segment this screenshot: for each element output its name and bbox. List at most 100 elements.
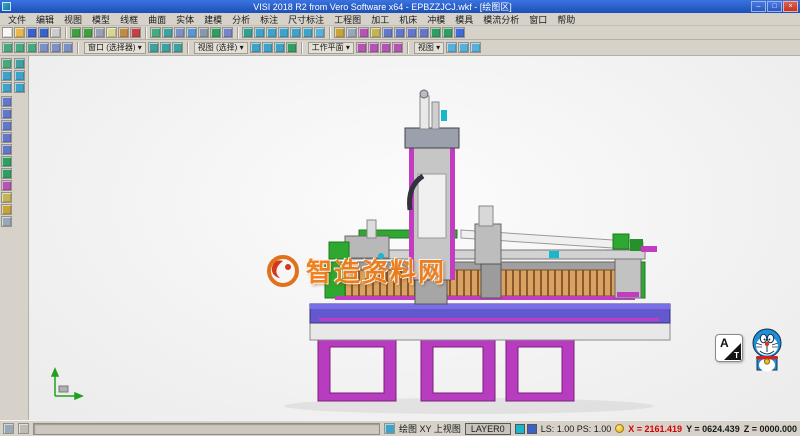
clip-plane-icon[interactable] <box>274 42 285 53</box>
toolbar-group-label[interactable]: 视图 ▾ <box>414 42 444 54</box>
line-tool-icon[interactable] <box>1 108 12 119</box>
rotate-view-icon[interactable] <box>186 27 197 38</box>
layer-color-chip[interactable] <box>515 424 525 434</box>
measure-icon[interactable] <box>370 27 381 38</box>
menu-item[interactable]: 工程图 <box>329 13 366 26</box>
menu-item[interactable]: 曲面 <box>143 13 171 26</box>
menu-item[interactable]: 帮助 <box>552 13 580 26</box>
view-top-icon[interactable] <box>14 70 25 81</box>
menu-item[interactable]: 标注 <box>255 13 283 26</box>
workplane-align-icon[interactable] <box>380 42 391 53</box>
undo-icon[interactable] <box>70 27 81 38</box>
layer-manager-icon[interactable] <box>334 27 345 38</box>
redraw-icon[interactable] <box>470 42 481 53</box>
solid-tool-icon[interactable] <box>1 168 12 179</box>
menu-item[interactable]: 加工 <box>366 13 394 26</box>
menu-item[interactable]: 窗口 <box>524 13 552 26</box>
pan-icon[interactable] <box>174 27 185 38</box>
back-view-icon[interactable] <box>290 27 301 38</box>
machine-model[interactable] <box>29 56 800 420</box>
measure-tool-icon[interactable] <box>1 204 12 215</box>
invert-selection-icon[interactable] <box>62 42 73 53</box>
menu-item[interactable]: 文件 <box>3 13 31 26</box>
menu-item[interactable]: 线框 <box>115 13 143 26</box>
point-tool-icon[interactable] <box>1 96 12 107</box>
view-orientation-widget[interactable]: A T <box>715 334 743 362</box>
wireframe-mode-icon[interactable] <box>222 27 233 38</box>
view-front-icon[interactable] <box>1 82 12 93</box>
menu-item[interactable]: 编辑 <box>31 13 59 26</box>
menu-item[interactable]: 冲模 <box>422 13 450 26</box>
layers-tool-icon[interactable] <box>1 216 12 227</box>
help-icon[interactable] <box>454 27 465 38</box>
menu-item[interactable]: 机床 <box>394 13 422 26</box>
select-cursor-icon[interactable] <box>1 58 12 69</box>
menu-item[interactable]: 模型 <box>87 13 115 26</box>
surface-tool-icon[interactable] <box>1 156 12 167</box>
zoom-window-icon[interactable] <box>162 27 173 38</box>
menu-item[interactable]: 尺寸标注 <box>283 13 329 26</box>
redo-icon[interactable] <box>82 27 93 38</box>
filter-solids-icon[interactable] <box>172 42 183 53</box>
workplane-xy-icon[interactable] <box>356 42 367 53</box>
menu-item[interactable]: 建模 <box>199 13 227 26</box>
top-view-icon[interactable] <box>254 27 265 38</box>
trim-tool-icon[interactable] <box>1 192 12 203</box>
show-all-icon[interactable] <box>50 42 61 53</box>
filter-faces-icon[interactable] <box>148 42 159 53</box>
fillet-tool-icon[interactable] <box>1 180 12 191</box>
viewport-3d[interactable]: 智造资料网 A T <box>29 56 800 420</box>
solid-icon[interactable] <box>442 27 453 38</box>
menu-item[interactable]: 实体 <box>171 13 199 26</box>
minimize-button[interactable]: – <box>751 1 766 12</box>
zoom-all-icon[interactable] <box>458 42 469 53</box>
surface-icon[interactable] <box>430 27 441 38</box>
toolbar-group-label[interactable]: 窗口 (选择器) ▾ <box>84 42 146 54</box>
print-icon[interactable] <box>50 27 61 38</box>
menu-item[interactable]: 模具 <box>450 13 478 26</box>
previous-view-icon[interactable] <box>198 27 209 38</box>
circle-icon[interactable] <box>418 27 429 38</box>
prompt-grid-icon[interactable] <box>3 423 14 434</box>
new-file-icon[interactable] <box>2 27 13 38</box>
toolbar-group-label[interactable]: 视图 (选择) ▾ <box>194 42 248 54</box>
menu-item[interactable]: 分析 <box>227 13 255 26</box>
view-right-icon[interactable] <box>14 82 25 93</box>
save-icon[interactable] <box>26 27 37 38</box>
arc-tool-icon[interactable] <box>1 120 12 131</box>
section-view-icon[interactable] <box>262 42 273 53</box>
view-plane-icon[interactable] <box>384 423 395 434</box>
point-icon[interactable] <box>382 27 393 38</box>
paste-icon[interactable] <box>118 27 129 38</box>
prompt-cursor-icon[interactable] <box>18 423 29 434</box>
right-view-icon[interactable] <box>278 27 289 38</box>
menu-item[interactable]: 视图 <box>59 13 87 26</box>
line-icon[interactable] <box>394 27 405 38</box>
refresh-view-icon[interactable] <box>446 42 457 53</box>
cut-icon[interactable] <box>94 27 105 38</box>
curve-tool-icon[interactable] <box>1 144 12 155</box>
filter-edges-icon[interactable] <box>160 42 171 53</box>
grid-icon[interactable] <box>346 27 357 38</box>
toolbar-group-label[interactable]: 工作平面 ▾ <box>308 42 354 54</box>
layer-color-chip[interactable] <box>527 424 537 434</box>
circle-tool-icon[interactable] <box>1 132 12 143</box>
front-view-icon[interactable] <box>266 27 277 38</box>
snap-indicator-icon[interactable] <box>615 424 624 433</box>
command-prompt-field[interactable] <box>33 423 380 435</box>
save-all-icon[interactable] <box>38 27 49 38</box>
copy-icon[interactable] <box>106 27 117 38</box>
maximize-button[interactable]: □ <box>767 1 782 12</box>
shaded-mode-icon[interactable] <box>210 27 221 38</box>
select-icon[interactable] <box>2 42 13 53</box>
snap-icon[interactable] <box>358 27 369 38</box>
select-chain-icon[interactable] <box>26 42 37 53</box>
delete-icon[interactable] <box>130 27 141 38</box>
active-layer-button[interactable]: LAYER0 <box>465 423 511 435</box>
select-window-icon[interactable] <box>14 42 25 53</box>
arc-icon[interactable] <box>406 27 417 38</box>
dynamic-rotate-icon[interactable] <box>314 27 325 38</box>
ucs-icon[interactable] <box>392 42 403 53</box>
render-mode-icon[interactable] <box>286 42 297 53</box>
hide-icon[interactable] <box>38 42 49 53</box>
